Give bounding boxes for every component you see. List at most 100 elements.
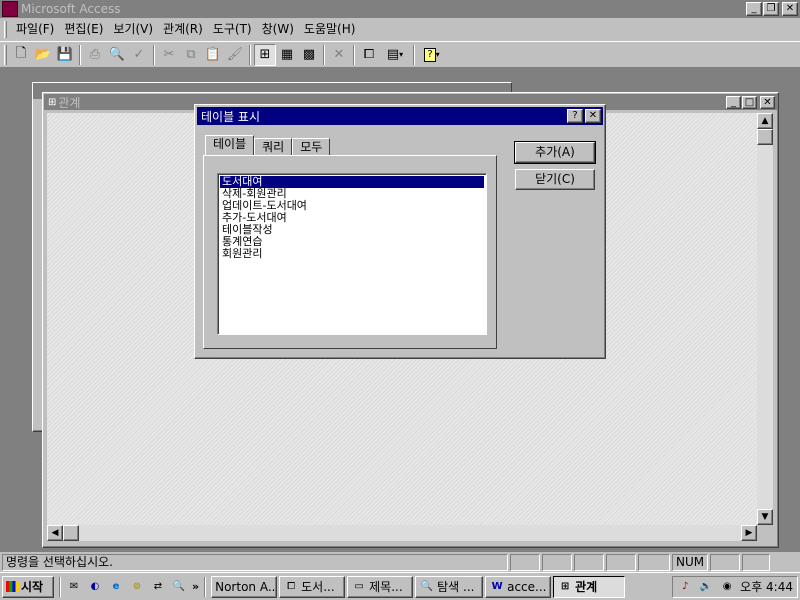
- horizontal-scroll-thumb[interactable]: [63, 525, 79, 541]
- relationships-maximize-button[interactable]: □: [742, 95, 757, 109]
- print-preview-icon[interactable]: 🔍: [106, 44, 128, 66]
- delete-icon[interactable]: ✕: [328, 44, 350, 66]
- tray-app-icon[interactable]: ♪: [677, 580, 693, 594]
- start-button[interactable]: 시작: [2, 575, 54, 598]
- dialog-close-button[interactable]: ✕: [585, 109, 601, 123]
- scroll-right-icon[interactable]: ▶: [741, 525, 757, 541]
- status-pane: [742, 554, 770, 571]
- access-key-icon[interactable]: [2, 1, 18, 17]
- clock[interactable]: 오후 4:44: [740, 578, 793, 595]
- restore-button[interactable]: ❐: [763, 2, 779, 16]
- channel-icon[interactable]: ◐: [87, 580, 103, 594]
- taskbar: 시작 ✉ ◐ e ⊚ ⇄ 🔍 » Norton A... ⧠ 도서... ▭ 제목.…: [0, 572, 800, 600]
- menu-grip[interactable]: [4, 21, 7, 38]
- task-window[interactable]: ▭ 제목...: [347, 575, 414, 598]
- more-chevron-icon[interactable]: »: [192, 580, 199, 593]
- menu-edit[interactable]: 편집(E): [59, 20, 108, 39]
- spelling-icon[interactable]: ✓: [128, 44, 150, 66]
- system-tray: ♪ 🔊 ◉ 오후 4:44: [672, 575, 798, 598]
- tray-clock-icon[interactable]: ◉: [719, 580, 735, 594]
- menu-bar: 파일(F) 편집(E) 보기(V) 관계(R) 도구(T) 창(W) 도움말(H…: [0, 19, 800, 40]
- new-object-icon[interactable]: ▤ ▾: [380, 44, 410, 66]
- task-database[interactable]: ⧠ 도서...: [279, 575, 346, 598]
- show-direct-icon[interactable]: ▦: [276, 44, 298, 66]
- search-icon[interactable]: 🔍: [171, 580, 187, 594]
- menu-view[interactable]: 보기(V): [108, 20, 158, 39]
- task-label: 제목...: [369, 579, 403, 594]
- new-icon[interactable]: 🗋: [10, 44, 32, 66]
- dialog-titlebar: 테이블 표시 ? ✕: [197, 107, 603, 125]
- task-explorer[interactable]: 🔍 탐색 ...: [415, 575, 484, 598]
- cut-icon[interactable]: ✂: [158, 44, 180, 66]
- dialog-title: 테이블 표시: [201, 109, 261, 124]
- paste-icon[interactable]: 📋: [202, 44, 224, 66]
- toolbar-separator: [323, 44, 325, 65]
- task-label: 탐색 ...: [437, 579, 475, 594]
- status-pane: [710, 554, 740, 571]
- app-titlebar: Microsoft Access _ ❐ ✕: [0, 0, 800, 18]
- show-table-icon[interactable]: ⊞: [254, 43, 276, 66]
- tab-panel: 도서대여 삭제-회원관리 업데이트-도서대여 추가-도서대여 테이블작성 통계연…: [203, 155, 497, 349]
- save-icon[interactable]: 💾: [54, 44, 76, 66]
- task-label: acce...: [507, 579, 547, 594]
- word-icon: W: [491, 581, 503, 592]
- outlook-express-icon[interactable]: ✉: [66, 580, 82, 594]
- status-pane: [510, 554, 540, 571]
- database-icon: ⧠: [287, 581, 296, 592]
- tab-tables[interactable]: 테이블: [205, 135, 255, 156]
- scroll-down-icon[interactable]: ▼: [757, 509, 773, 525]
- relationships-close-button[interactable]: ✕: [760, 95, 775, 109]
- explorer-icon: 🔍: [420, 581, 434, 592]
- status-pane: [574, 554, 604, 571]
- status-bar: 명령을 선택하십시오. NUM: [0, 553, 800, 572]
- toolbar: 🗋 📂 💾 ⎙ 🔍 ✓ ✂ ⧉ 📋 🖌 ⊞ ▦ ▩ ✕ ⧠ ▤ ▾ ? ▾: [0, 41, 800, 68]
- network-icon[interactable]: ⇄: [150, 580, 166, 594]
- dialog-help-button[interactable]: ?: [567, 109, 583, 123]
- vertical-scroll-thumb[interactable]: [757, 129, 773, 145]
- task-norton[interactable]: Norton A...: [211, 575, 278, 598]
- toolbar-grip[interactable]: [4, 44, 7, 65]
- relationships-minimize-button[interactable]: _: [726, 95, 741, 109]
- volume-icon[interactable]: 🔊: [698, 580, 714, 594]
- task-label: 관계: [575, 579, 598, 594]
- menu-window[interactable]: 창(W): [257, 20, 299, 39]
- window-icon: ▭: [354, 581, 364, 592]
- close-dialog-button[interactable]: 닫기(C): [515, 169, 595, 190]
- scroll-left-icon[interactable]: ◀: [47, 525, 63, 541]
- app-title: Microsoft Access: [21, 2, 121, 16]
- menu-file[interactable]: 파일(F): [11, 20, 59, 39]
- menu-help[interactable]: 도움말(H): [299, 20, 361, 39]
- vertical-scrollbar[interactable]: ▲ ▼: [757, 113, 773, 525]
- print-icon[interactable]: ⎙: [84, 44, 106, 66]
- copy-icon[interactable]: ⧉: [180, 44, 202, 66]
- tab-queries[interactable]: 쿼리: [254, 138, 293, 156]
- toolbar-separator: [79, 44, 81, 65]
- add-button[interactable]: 추가(A): [514, 141, 596, 164]
- toolbar-separator: [249, 44, 251, 65]
- horizontal-scrollbar[interactable]: ◀ ▶: [47, 525, 757, 541]
- tab-both[interactable]: 모두: [292, 138, 331, 156]
- help-icon[interactable]: ? ▾: [418, 44, 446, 66]
- scroll-up-icon[interactable]: ▲: [757, 113, 773, 129]
- norton-quick-icon[interactable]: ⊚: [129, 580, 145, 594]
- taskbar-separator: [59, 576, 61, 597]
- minimize-button[interactable]: _: [746, 2, 762, 16]
- show-table-dialog: 테이블 표시 ? ✕ 테이블 쿼리 모두 도서대여 삭제-회원관리 업데이트-도…: [194, 104, 606, 359]
- menu-relationships[interactable]: 관계(R): [158, 20, 208, 39]
- dialog-tabs: 테이블 쿼리 모두: [205, 135, 331, 156]
- show-all-icon[interactable]: ▩: [298, 44, 320, 66]
- status-pane: [606, 554, 636, 571]
- menu-tools[interactable]: 도구(T): [208, 20, 257, 39]
- format-painter-icon[interactable]: 🖌: [224, 44, 246, 66]
- open-icon[interactable]: 📂: [32, 44, 54, 66]
- windows-logo-icon: [6, 581, 19, 592]
- status-message: 명령을 선택하십시오.: [2, 554, 508, 571]
- close-button[interactable]: ✕: [782, 2, 798, 16]
- database-window-icon[interactable]: ⧠: [358, 44, 380, 66]
- relationships-icon: ⊞: [560, 581, 570, 592]
- internet-explorer-icon[interactable]: e: [108, 580, 124, 594]
- table-listbox[interactable]: 도서대여 삭제-회원관리 업데이트-도서대여 추가-도서대여 테이블작성 통계연…: [217, 173, 487, 335]
- task-word[interactable]: Wacce...: [485, 575, 552, 598]
- task-relationships[interactable]: ⊞ 관계: [553, 575, 626, 598]
- list-item[interactable]: 회원관리: [220, 248, 484, 260]
